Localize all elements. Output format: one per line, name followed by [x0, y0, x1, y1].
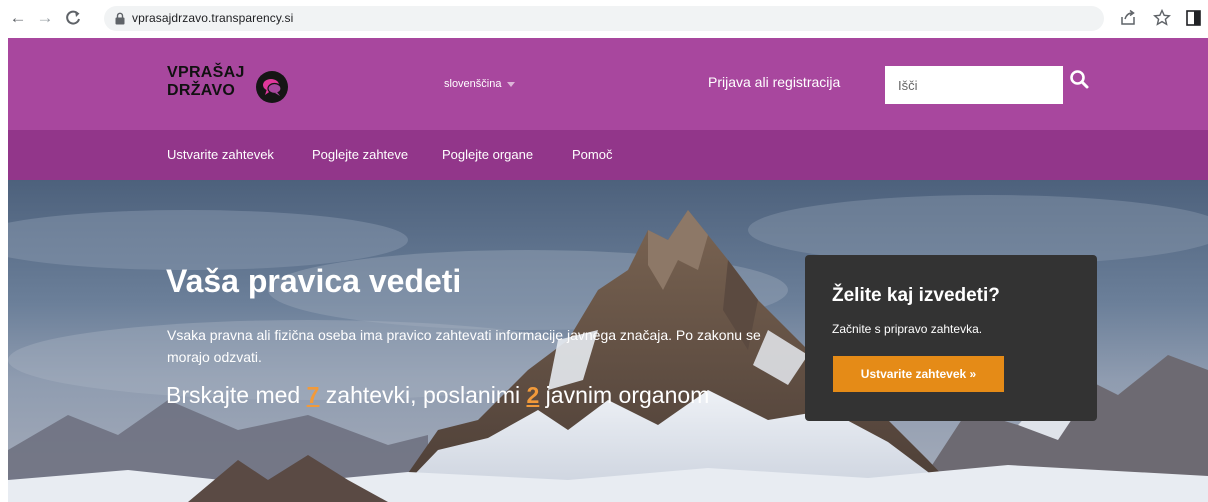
- browser-toolbar: ← → vprasajdrzavo.transparency.si: [0, 0, 1208, 38]
- cta-panel: Želite kaj izvedeti? Začnite s pripravo …: [805, 255, 1097, 421]
- bodies-count-link[interactable]: 2: [527, 382, 540, 408]
- search-icon[interactable]: [1068, 68, 1092, 92]
- nav-create-request[interactable]: Ustvarite zahtevek: [167, 147, 274, 162]
- browse-prefix: Brskajte med: [166, 382, 307, 408]
- bookmark-star-icon[interactable]: [1152, 8, 1172, 28]
- address-bar[interactable]: vprasajdrzavo.transparency.si: [104, 6, 1104, 31]
- logo-line-2: DRŽAVO: [167, 82, 236, 99]
- cta-title: Želite kaj izvedeti?: [832, 285, 1000, 306]
- hero-section: Vaša pravica vedeti Vsaka pravna ali fiz…: [8, 180, 1208, 502]
- speech-bubble-logo-icon: [256, 71, 288, 103]
- main-nav: Ustvarite zahtevek Poglejte zahteve Pogl…: [8, 130, 1208, 180]
- create-request-button[interactable]: Ustvarite zahtevek »: [833, 356, 1004, 392]
- search-input[interactable]: [885, 66, 1063, 104]
- nav-view-authorities[interactable]: Poglejte organe: [442, 147, 533, 162]
- lock-icon[interactable]: [114, 12, 126, 25]
- login-link[interactable]: Prijava ali registracija: [708, 74, 840, 90]
- hero-title: Vaša pravica vedeti: [166, 263, 462, 299]
- nav-view-requests[interactable]: Poglejte zahteve: [312, 147, 408, 162]
- hero-description: Vsaka pravna ali fizična oseba ima pravi…: [167, 327, 761, 365]
- language-selector[interactable]: slovenščina: [444, 78, 516, 90]
- chevron-down-icon: [507, 81, 516, 87]
- logo-line-1: VPRAŠAJ: [167, 64, 245, 81]
- url-text[interactable]: vprasajdrzavo.transparency.si: [132, 11, 293, 25]
- site-logo[interactable]: VPRAŠAJ DRŽAVO: [167, 64, 288, 103]
- requests-count-link[interactable]: 7: [307, 382, 320, 408]
- browse-middle: zahtevki, poslanimi: [319, 382, 527, 408]
- site-header: VPRAŠAJ DRŽAVO slovenščina Prijava ali r…: [8, 38, 1208, 130]
- side-panel-icon[interactable]: [1184, 8, 1204, 28]
- language-label: slovenščina: [444, 78, 502, 90]
- cta-subtitle: Začnite s pripravo zahtevka.: [832, 322, 983, 336]
- forward-arrow-icon[interactable]: →: [34, 7, 56, 29]
- nav-help[interactable]: Pomoč: [572, 147, 612, 162]
- share-icon[interactable]: [1118, 8, 1138, 28]
- back-arrow-icon[interactable]: ←: [7, 7, 29, 29]
- reload-icon[interactable]: [62, 7, 84, 29]
- hero-browse-line: Brskajte med 7 zahtevki, poslanimi 2 jav…: [166, 382, 709, 409]
- browse-suffix: javnim organom: [539, 382, 710, 408]
- website: VPRAŠAJ DRŽAVO slovenščina Prijava ali r…: [8, 38, 1208, 502]
